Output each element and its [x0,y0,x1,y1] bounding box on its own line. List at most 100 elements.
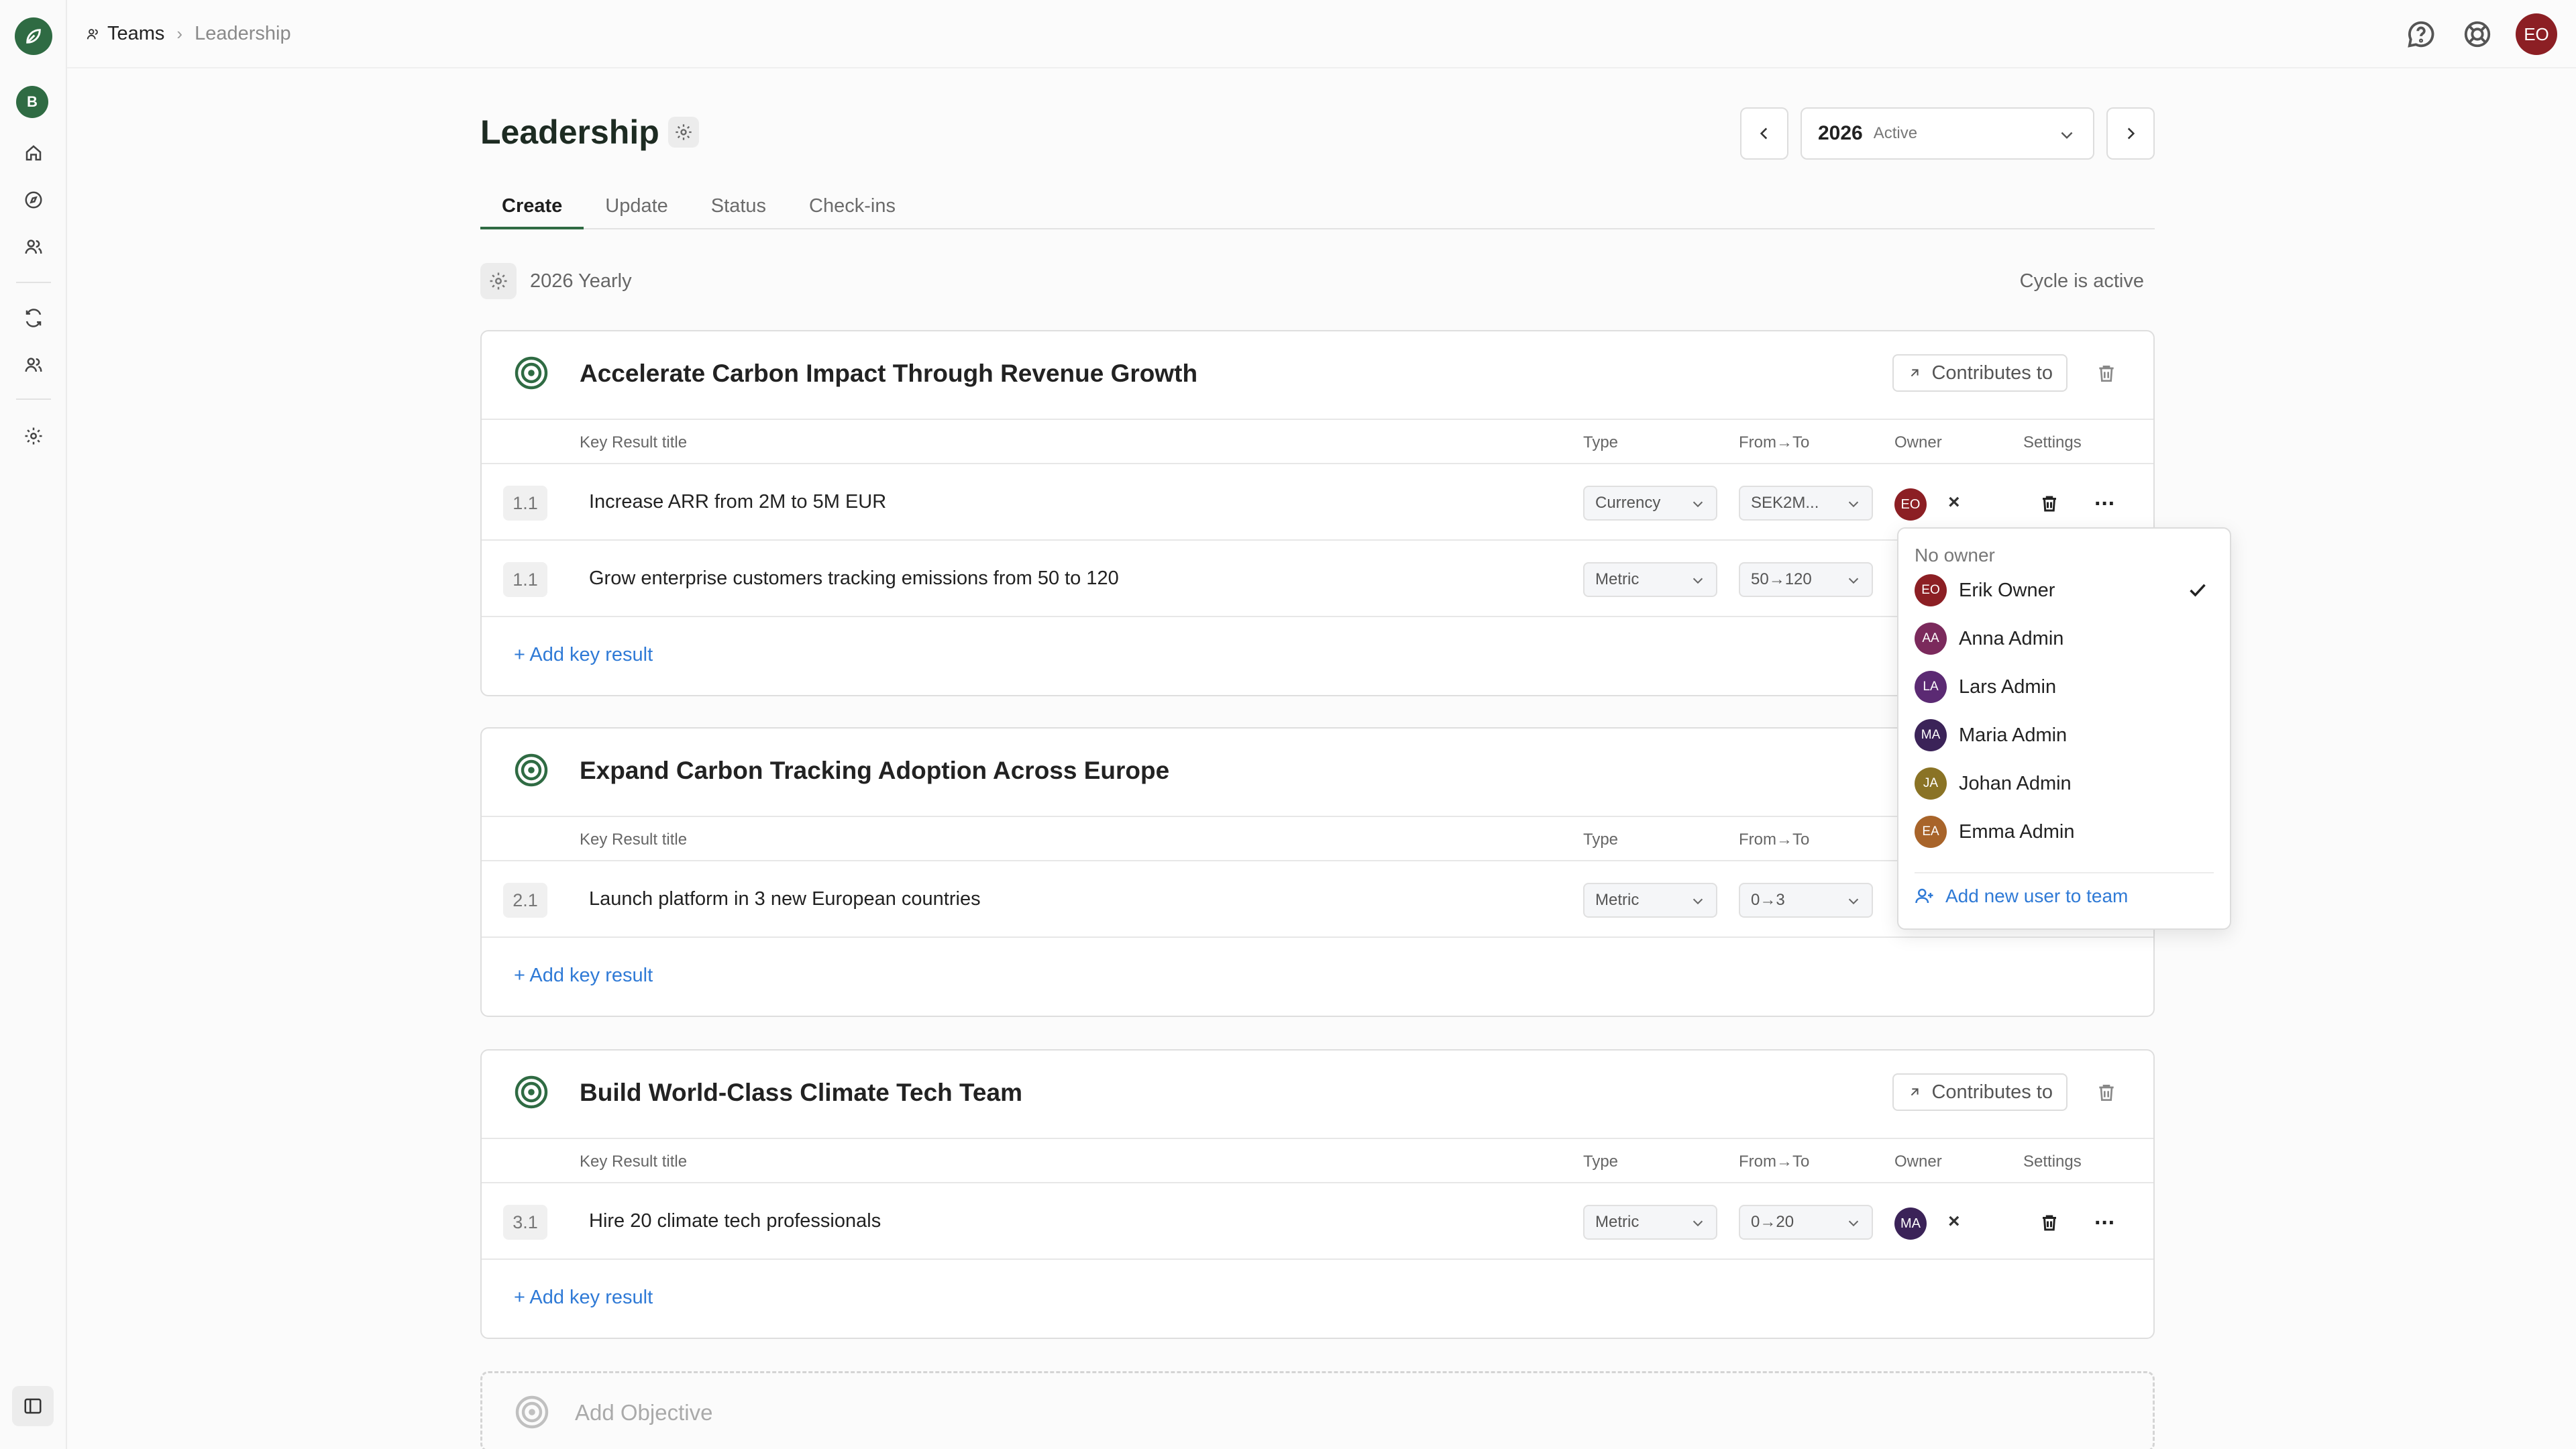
header-title: Key Result title [580,1152,688,1171]
add-objective-label: Add Objective [575,1400,713,1425]
type-select[interactable]: Currency [1583,486,1717,521]
help-icon[interactable] [2403,16,2439,52]
owner-option-name: Erik Owner [1959,579,2055,601]
remove-owner-button[interactable]: × [1948,491,1960,514]
tab-status[interactable]: Status [690,189,788,229]
key-result-title[interactable]: Launch platform in 3 new European countr… [589,888,981,910]
key-results-header: Key Result title Type From→To Owner Sett… [482,1139,2153,1183]
objective-title[interactable]: Accelerate Carbon Impact Through Revenue… [580,360,1197,388]
range-value: SEK2M... [1751,494,1819,512]
cycle-state: Cycle is active [2019,270,2144,292]
objective-title[interactable]: Build World-Class Climate Tech Team [580,1079,1022,1107]
owner-option[interactable]: EO Erik Owner [1898,566,2230,614]
tab-update[interactable]: Update [584,189,690,229]
target-icon [515,1075,548,1109]
remove-owner-button[interactable]: × [1948,1210,1960,1233]
avatar: EA [1915,816,1947,848]
contributes-to-button[interactable]: Contributes to [1892,354,2068,392]
delete-objective-button[interactable] [2096,362,2120,388]
no-owner-option[interactable]: No owner [1915,545,1995,566]
more-options-icon[interactable]: ··· [2094,1210,2116,1236]
delete-key-result-button[interactable] [2039,1212,2059,1234]
target-icon [515,356,548,390]
range-select[interactable]: 50→120 [1739,562,1873,597]
add-key-result-button[interactable]: + Add key result [514,644,653,666]
key-result-title[interactable]: Hire 20 climate tech professionals [589,1210,881,1232]
trash-icon [2099,1085,2114,1101]
tab-check-ins[interactable]: Check-ins [788,189,917,229]
range-select[interactable]: 0→3 [1739,883,1873,918]
breadcrumb-teams[interactable]: Teams [86,23,164,45]
user-avatar[interactable]: EO [2516,13,2557,55]
leaf-logo-icon[interactable] [15,17,52,55]
delete-key-result-button[interactable] [2039,492,2059,515]
key-result-number: 1.1 [503,486,547,521]
add-user-label: Add new user to team [1945,885,2129,906]
objective-card: Build World-Class Climate Tech Team Cont… [480,1049,2155,1339]
home-icon[interactable] [15,134,52,172]
team-icon[interactable] [15,346,52,384]
org-badge[interactable]: B [16,86,48,118]
breadcrumb-current: Leadership [195,23,291,44]
header-from-to: From→To [1739,433,1810,451]
page-title: Leadership [480,113,659,151]
contributes-to-button[interactable]: Contributes to [1892,1073,2068,1111]
prev-cycle-button[interactable] [1740,107,1788,160]
cycle-select[interactable]: 2026 Active [1801,107,2094,160]
compass-icon[interactable] [15,181,52,219]
team-settings-gear-icon[interactable] [668,117,699,148]
owner-option[interactable]: MA Maria Admin [1898,711,2230,759]
key-result-title[interactable]: Grow enterprise customers tracking emiss… [589,568,1119,590]
owner-option-name: Emma Admin [1959,820,2075,843]
avatar: JA [1915,767,1947,800]
next-cycle-button[interactable] [2106,107,2155,160]
range-value: 50→120 [1751,570,1812,588]
avatar: AA [1915,623,1947,655]
key-result-title[interactable]: Increase ARR from 2M to 5M EUR [589,491,886,513]
cycle-name: 2026 Yearly [530,270,632,292]
arrow-up-right-icon [1911,1088,1919,1096]
avatar: MA [1915,719,1947,751]
type-select[interactable]: Metric [1583,562,1717,597]
header-from-to: From→To [1739,830,1810,849]
range-value: 0→3 [1751,891,1785,909]
type-select[interactable]: Metric [1583,883,1717,918]
cycle-settings-gear-icon[interactable] [480,263,517,299]
trash-icon [2043,496,2056,512]
user-plus-icon [1915,888,1933,904]
owner-option[interactable]: EA Emma Admin [1898,808,2230,856]
owner-option-name: Anna Admin [1959,627,2064,649]
settings-gear-icon[interactable] [15,417,52,455]
range-select[interactable]: 0→20 [1739,1205,1873,1240]
add-key-result-button[interactable]: + Add key result [514,1287,653,1309]
more-options-icon[interactable]: ··· [2094,491,2116,517]
tab-create[interactable]: Create [480,189,584,229]
lifebuoy-icon[interactable] [2459,16,2496,52]
owner-avatar[interactable]: EO [1894,488,1927,521]
delete-objective-button[interactable] [2096,1081,2120,1107]
range-select[interactable]: SEK2M... [1739,486,1873,521]
type-value: Currency [1595,494,1661,512]
type-value: Metric [1595,891,1640,909]
add-key-result-button[interactable]: + Add key result [514,965,653,987]
type-value: Metric [1595,570,1640,588]
sidebar-toggle-icon[interactable] [12,1386,54,1426]
owner-option[interactable]: AA Anna Admin [1898,614,2230,663]
header-type: Type [1583,433,1619,451]
owner-avatar[interactable]: MA [1894,1208,1927,1240]
objective-title[interactable]: Expand Carbon Tracking Adoption Across E… [580,757,1169,785]
chevron-down-icon [1848,898,1859,905]
users-icon[interactable] [15,228,52,266]
type-select[interactable]: Metric [1583,1205,1717,1240]
range-value: 0→20 [1751,1213,1794,1231]
owner-option[interactable]: LA Lars Admin [1898,663,2230,711]
header-owner: Owner [1894,433,1942,451]
owner-option[interactable]: JA Johan Admin [1898,759,2230,808]
header-type: Type [1583,1152,1619,1171]
tabs: Create Update Status Check-ins [480,189,2155,229]
contributes-to-label: Contributes to [1931,1081,2053,1103]
topbar: Teams › Leadership EO [67,0,2576,68]
add-user-to-team-button[interactable]: Add new user to team [1915,885,2128,907]
add-objective-button[interactable]: Add Objective [480,1371,2155,1449]
refresh-icon[interactable] [15,299,52,337]
